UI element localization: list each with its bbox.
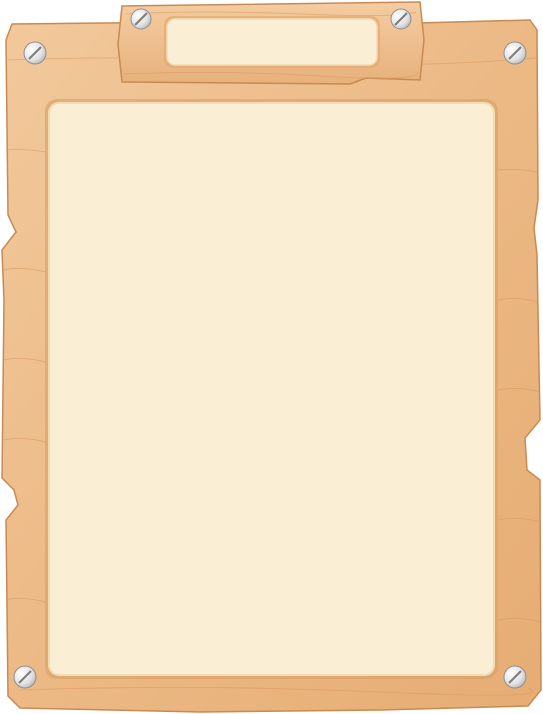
screw-icon bbox=[503, 665, 527, 689]
board-content bbox=[49, 103, 494, 675]
board-title bbox=[167, 19, 377, 65]
screw-icon bbox=[503, 41, 527, 65]
screw-icon bbox=[390, 8, 412, 30]
wooden-board-panel bbox=[0, 0, 543, 714]
screw-icon bbox=[13, 665, 37, 689]
screw-icon bbox=[130, 8, 152, 30]
screw-icon bbox=[23, 41, 47, 65]
